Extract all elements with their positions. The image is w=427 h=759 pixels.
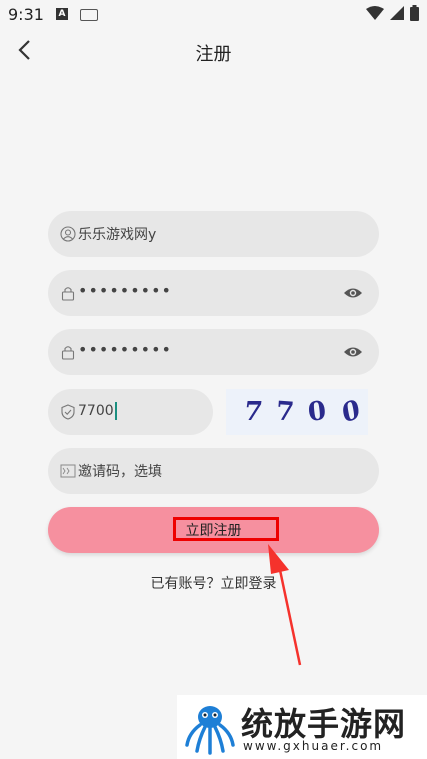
login-link[interactable]: 已有账号？立即登录 (0, 573, 427, 593)
octopus-logo-icon (185, 706, 235, 755)
password-field[interactable]: ••••••••• (48, 270, 379, 316)
username-value: 乐乐游戏网y (78, 227, 157, 243)
battery-icon (410, 5, 419, 21)
register-button-label: 立即注册 (185, 523, 242, 539)
captcha-char: 7 (274, 396, 296, 428)
captcha-field[interactable]: 7700 (48, 389, 213, 435)
annotation-arrow (268, 544, 302, 666)
captcha-image[interactable]: 7 7 0 0 (226, 389, 368, 435)
captcha-input-value: 7700 (78, 402, 117, 420)
lock-icon (61, 287, 75, 301)
captcha-char: 7 (241, 397, 265, 427)
notification-a-icon: A (56, 8, 68, 20)
lock-icon (61, 346, 75, 360)
eye-icon[interactable] (343, 343, 363, 361)
status-time: 9:31 (8, 5, 44, 24)
signal-icon (390, 6, 404, 20)
password-value: ••••••••• (78, 281, 172, 300)
watermark: 统放手游网 www.gxhuaer.com (177, 695, 427, 759)
eye-icon[interactable] (343, 284, 363, 302)
invite-code-field[interactable]: 邀请码，选填 (48, 448, 379, 494)
captcha-char: 0 (306, 396, 328, 428)
page-title: 注册 (195, 44, 232, 65)
keyboard-icon (80, 9, 98, 21)
user-icon (60, 226, 76, 242)
watermark-url: www.gxhuaer.com (243, 739, 384, 753)
shield-icon (61, 404, 75, 420)
invite-code-placeholder: 邀请码，选填 (78, 464, 162, 480)
image-icon (60, 464, 76, 478)
register-button[interactable]: 立即注册 (48, 507, 379, 553)
username-field[interactable]: 乐乐游戏网y (48, 211, 379, 257)
captcha-char: 0 (339, 393, 363, 431)
confirm-password-value: ••••••••• (78, 340, 172, 359)
text-cursor (114, 402, 117, 420)
top-bar: 注册 (0, 30, 427, 74)
status-icons (366, 5, 419, 21)
status-bar: 9:31 A (0, 0, 427, 30)
confirm-password-field[interactable]: ••••••••• (48, 329, 379, 375)
wifi-icon (366, 6, 384, 20)
